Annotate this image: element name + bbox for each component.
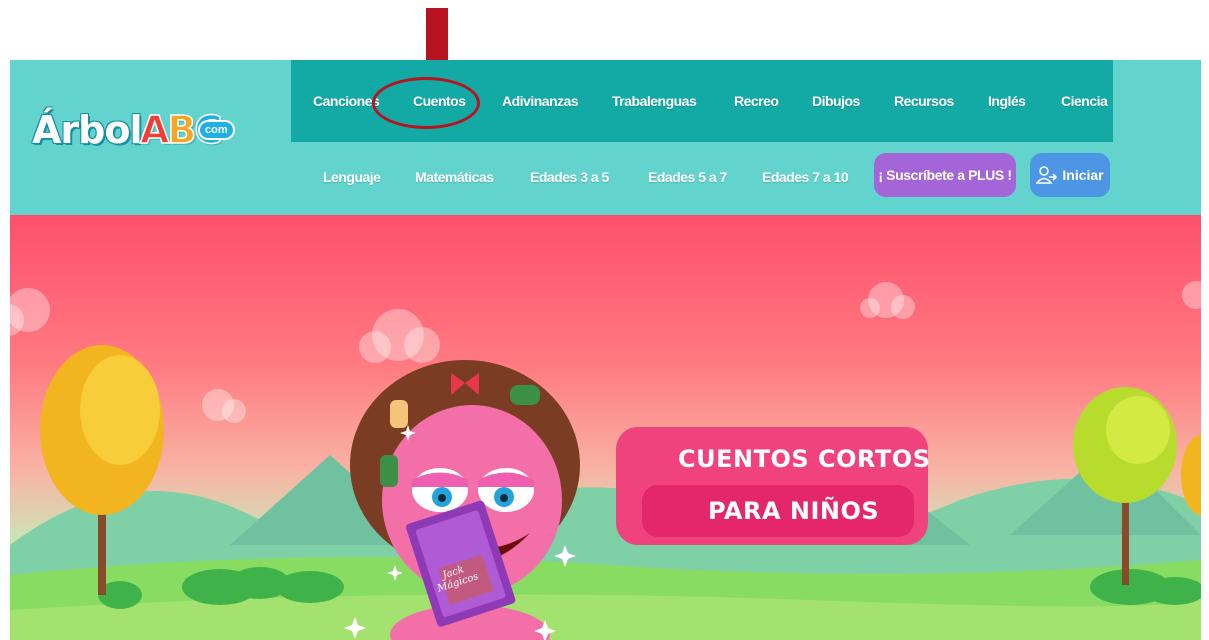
nav-recreo[interactable]: Recreo [734,93,779,109]
logo-word: Árbol [32,108,142,152]
nav-adivinanzas[interactable]: Adivinanzas [502,93,579,109]
nav-edades-3-5[interactable]: Edades 3 a 5 [530,169,609,185]
nav-recursos[interactable]: Recursos [894,93,954,109]
login-button[interactable]: Iniciar [1030,153,1110,197]
hero-title-line-2: PARA NIÑOS [708,497,880,525]
hero-scenery [10,281,1201,640]
nav-dibujos[interactable]: Dibujos [812,93,860,109]
nav-canciones[interactable]: Canciones [313,93,380,109]
website-viewport: Canciones Cuentos Adivinanzas Trabalengu… [10,60,1201,640]
nav-matematicas[interactable]: Matemáticas [415,169,494,185]
nav-trabalenguas[interactable]: Trabalenguas [612,93,697,109]
hero-title-card: CUENTOS CORTOS PARA NIÑOS [616,427,931,545]
highlight-circle-annotation-icon [372,77,480,129]
subscribe-plus-label: ¡ Suscríbete a PLUS ! [878,167,1012,183]
site-header: Canciones Cuentos Adivinanzas Trabalengu… [10,60,1201,215]
user-login-icon [1036,166,1058,184]
nav-edades-7-10[interactable]: Edades 7 a 10 [762,169,849,185]
nav-lenguaje[interactable]: Lenguaje [323,169,381,185]
hero-banner: Jack Mágicos CUENTOS CORTOS PARA NIÑOS [10,215,1201,640]
hero-title-line-1: CUENTOS CORTOS [678,445,931,473]
nav-edades-5-7[interactable]: Edades 5 a 7 [648,169,727,185]
nav-ingles[interactable]: Inglés [988,93,1026,109]
logo-com: com [198,120,235,140]
login-label: Iniciar [1062,167,1104,183]
cloud-icon [10,281,1201,423]
nav-ciencia[interactable]: Ciencia [1061,93,1108,109]
subscribe-plus-button[interactable]: ¡ Suscríbete a PLUS ! [874,153,1016,197]
